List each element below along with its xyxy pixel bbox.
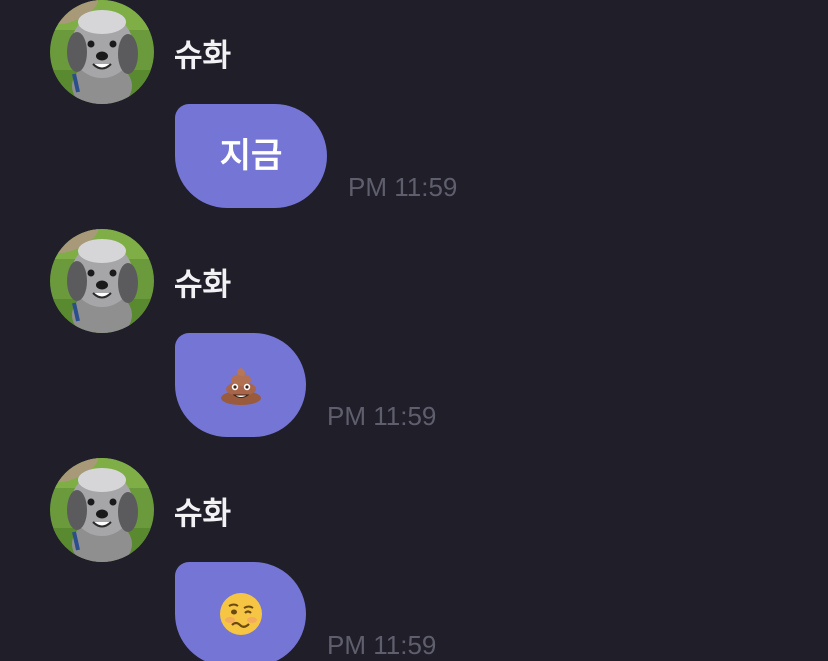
pile-of-poo-icon [220, 365, 262, 405]
message-bubble[interactable] [175, 333, 306, 437]
chat-message-list: 슈화 지금 PM 11:59 슈화 PM 11:59 슈화 PM 11:59 [0, 0, 828, 661]
message-text: 지금 [219, 136, 283, 176]
avatar[interactable] [50, 0, 154, 104]
dog-photo-icon [50, 0, 154, 104]
avatar[interactable] [50, 229, 154, 333]
message-bubble[interactable]: 지금 [175, 104, 327, 208]
avatar[interactable] [50, 458, 154, 562]
message-bubble[interactable] [175, 562, 306, 661]
woozy-face-icon [219, 592, 263, 636]
sender-name: 슈화 [174, 267, 232, 303]
sender-name: 슈화 [174, 496, 232, 532]
dog-photo-icon [50, 458, 154, 562]
message-timestamp: PM 11:59 [327, 401, 437, 431]
sender-name: 슈화 [174, 38, 232, 74]
dog-photo-icon [50, 229, 154, 333]
message-timestamp: PM 11:59 [327, 630, 437, 660]
message-timestamp: PM 11:59 [348, 172, 458, 202]
